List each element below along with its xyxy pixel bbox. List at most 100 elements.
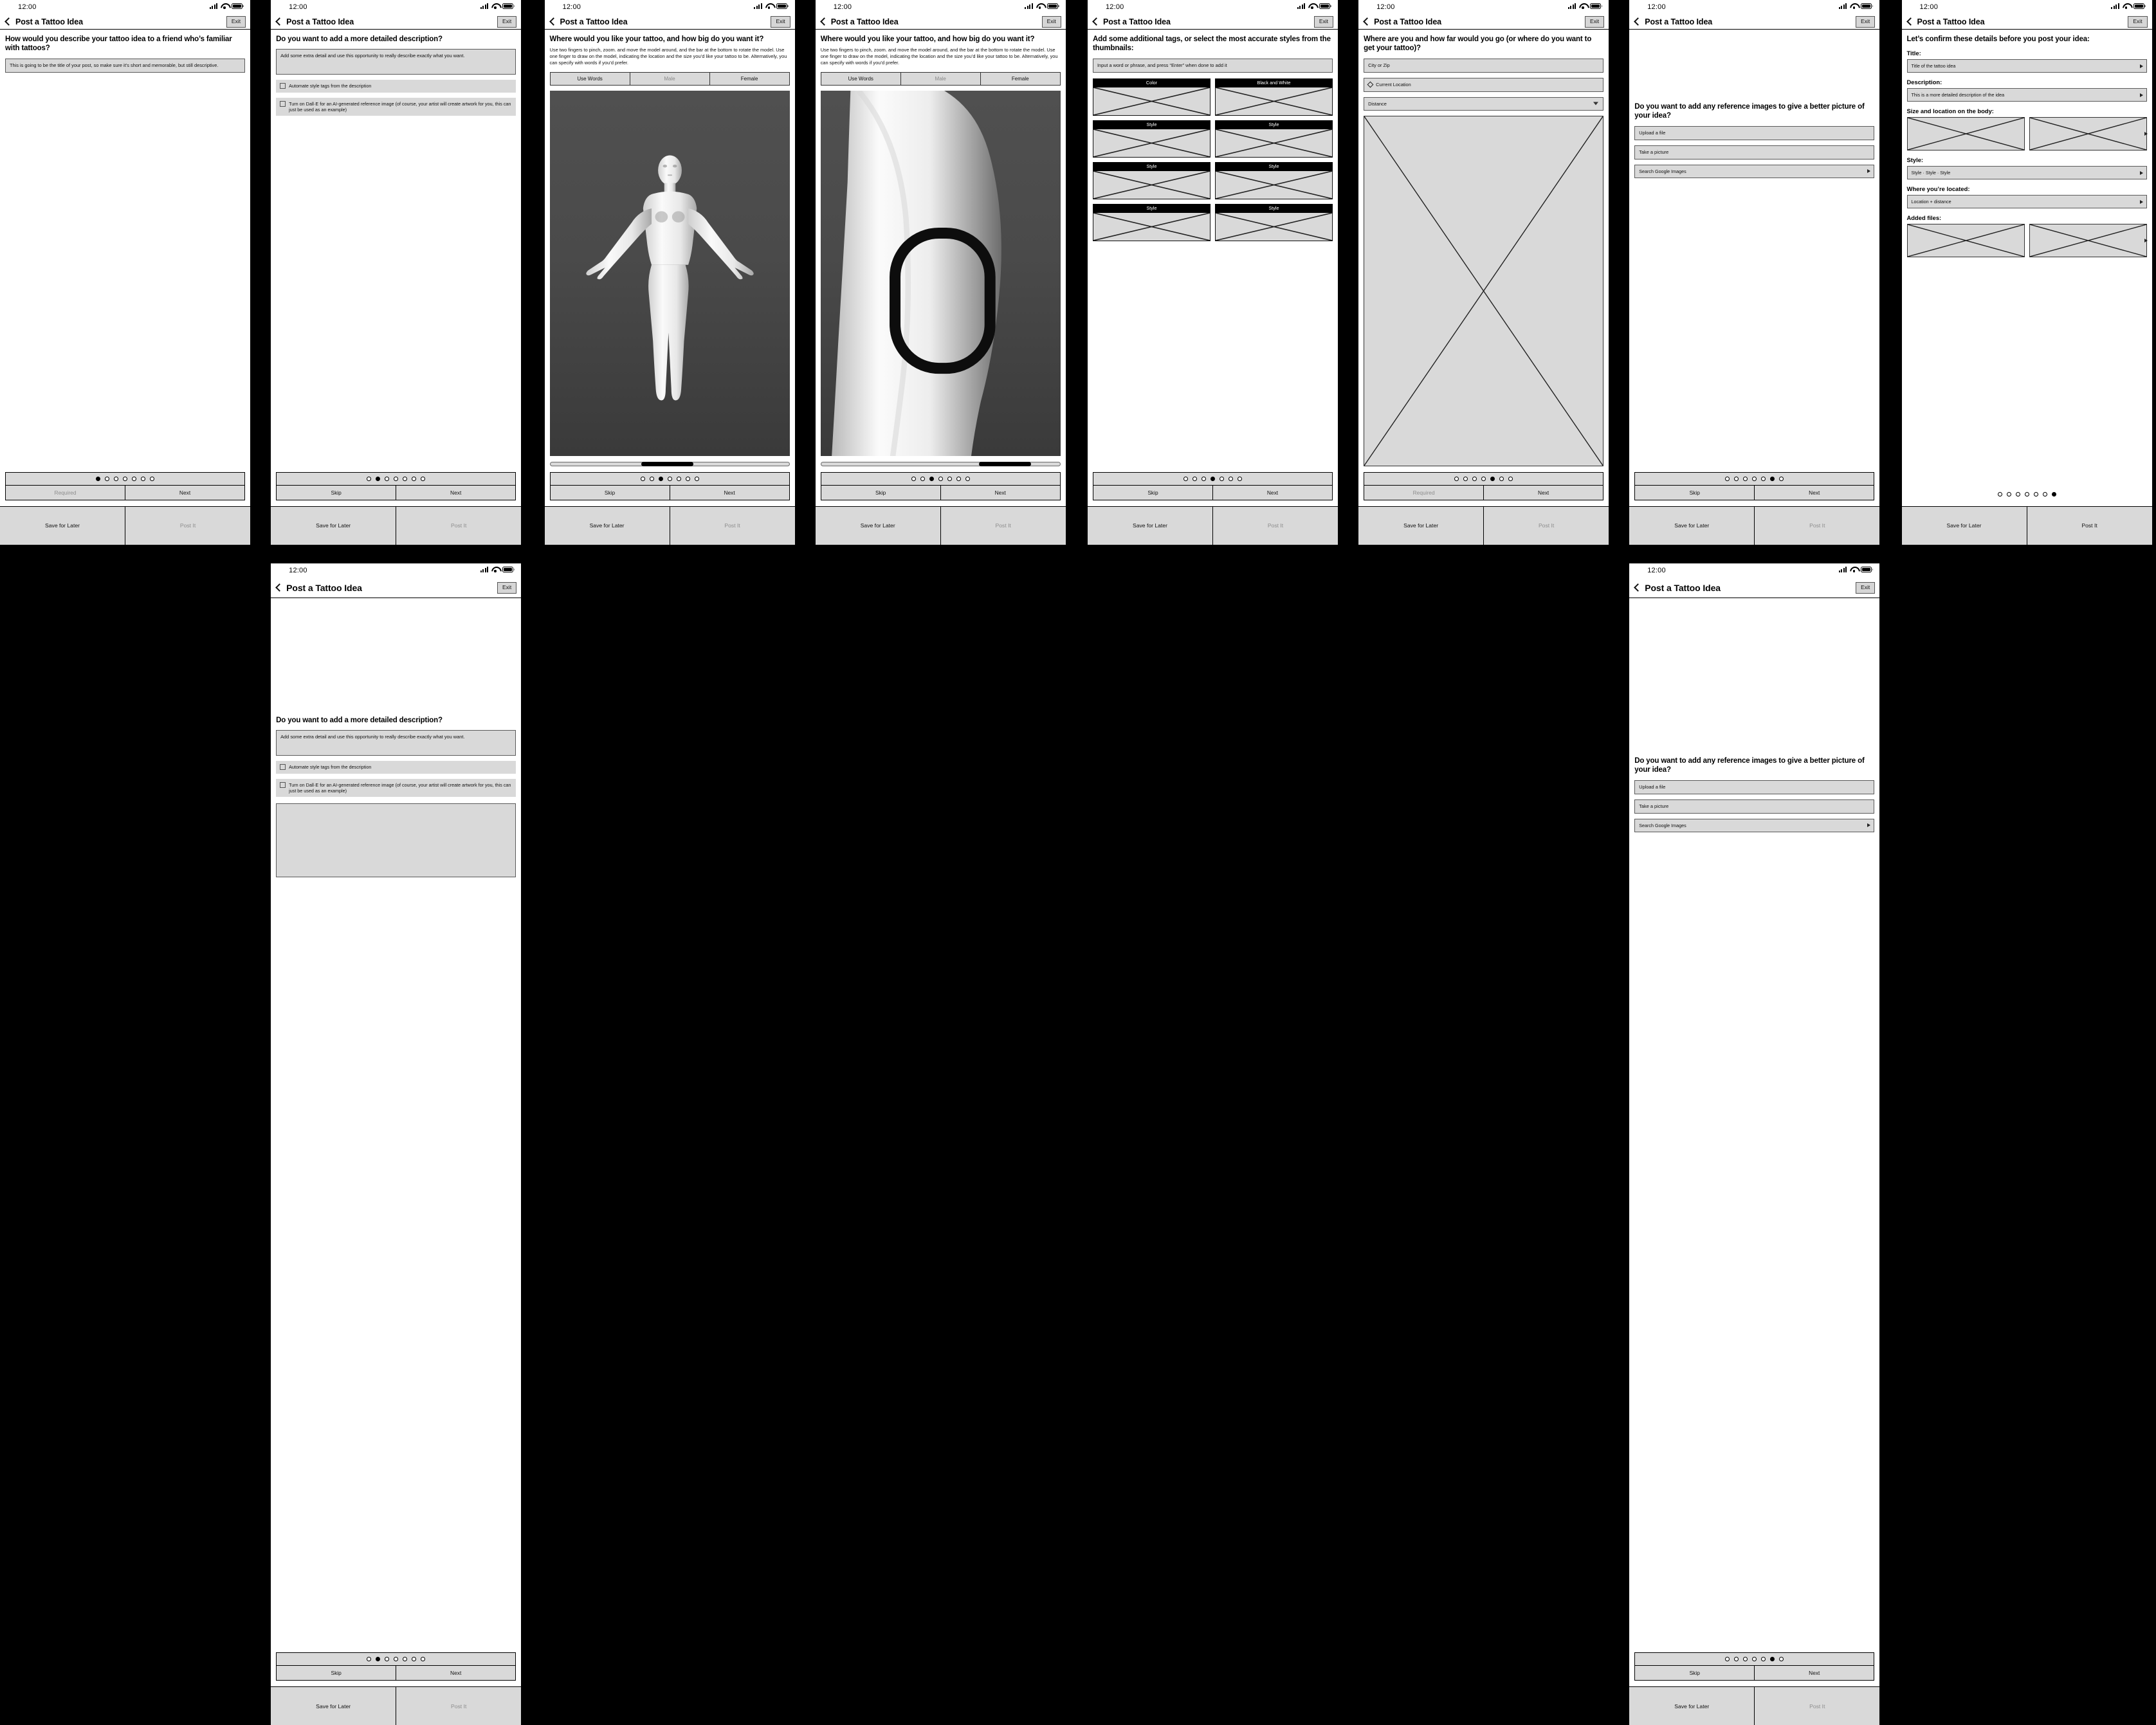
back-chevron-icon[interactable] [1363,17,1371,26]
checkbox-icon[interactable] [280,764,286,771]
pagination-dot[interactable] [2015,491,2020,497]
pagination-dot[interactable] [403,476,408,481]
next-button[interactable]: Next [396,1666,515,1680]
exit-button[interactable]: Exit [1584,16,1605,28]
skip-button[interactable]: Skip [551,485,670,500]
save-for-later-button[interactable]: Save for Later [271,1687,397,1725]
pagination-dot[interactable] [1779,476,1784,481]
save-for-later-button[interactable]: Save for Later [816,506,941,545]
slider-knob[interactable] [641,461,694,466]
file-image-placeholder[interactable] [2029,224,2147,258]
model-viewport-full-body[interactable] [549,90,790,456]
next-button[interactable]: Next [941,486,1060,500]
pagination-dot[interactable] [938,476,943,481]
location-value-row[interactable]: Location + distance [1906,195,2147,209]
pagination-dot[interactable] [2051,491,2056,497]
model-viewport-zoomed-leg[interactable] [820,90,1061,456]
pagination-dot[interactable] [96,476,101,481]
thumbnail-item[interactable]: Style [1214,203,1333,241]
pagination-dot[interactable] [1463,476,1468,481]
pagination-dot[interactable] [1454,476,1459,481]
checkbox-icon[interactable] [280,83,286,89]
take-picture-button[interactable]: Take a picture [1634,799,1875,814]
pagination-dot[interactable] [1183,476,1188,481]
pagination-dot[interactable] [367,1657,372,1662]
dalle-checkbox-row[interactable]: Turn on Dall·E for an AI-generated refer… [276,778,516,798]
map-placeholder[interactable] [1364,115,1604,466]
pagination-dot[interactable] [1743,1657,1748,1662]
next-button[interactable]: Next [1484,486,1603,500]
pagination-dot[interactable] [1743,476,1748,481]
segment-use-words[interactable]: Use Words [820,71,901,86]
save-for-later-button[interactable]: Save for Later [1358,506,1485,545]
pagination-dot[interactable] [394,476,399,481]
exit-button[interactable]: Exit [1856,16,1876,28]
back-chevron-icon[interactable] [1092,17,1101,26]
description-input[interactable]: Add some extra detail and use this oppor… [276,730,516,756]
thumbnail-item[interactable]: Black and White [1214,78,1333,116]
pagination-dot[interactable] [2006,491,2011,497]
pagination-dot[interactable] [132,476,137,481]
segment-male[interactable]: Male [629,71,710,86]
skip-button[interactable]: Skip [821,485,941,500]
pagination-dot[interactable] [920,476,925,481]
pagination-dot[interactable] [694,476,699,481]
pagination-dot[interactable] [1508,476,1513,481]
pagination-dot[interactable] [965,476,970,481]
pagination-dot[interactable] [956,476,961,481]
title-value-row[interactable]: Title of the tattoo idea [1906,59,2147,73]
exit-button[interactable]: Exit [1856,582,1876,594]
pagination-dot[interactable] [1770,476,1775,481]
skip-button[interactable]: Skip [1635,1666,1755,1681]
segment-use-words[interactable]: Use Words [549,71,630,86]
pagination-dot[interactable] [1734,1657,1739,1662]
upload-file-button[interactable]: Upload a file [1634,125,1875,140]
thumbnail-item[interactable]: Style [1214,120,1333,158]
body-image-placeholder[interactable] [1906,117,2025,151]
save-for-later-button[interactable]: Save for Later [1902,506,2027,545]
back-chevron-icon[interactable] [275,17,284,26]
city-or-zip-input[interactable]: City or Zip [1364,58,1604,73]
style-value-row[interactable]: Style · Style · Style [1906,166,2147,180]
back-chevron-icon[interactable] [549,17,558,26]
pagination-dot[interactable] [376,476,381,481]
next-button[interactable]: Next [670,486,789,500]
pagination-dot[interactable] [394,1657,399,1662]
pagination-dot[interactable] [421,476,426,481]
pagination-dot[interactable] [367,476,372,481]
body-image-placeholder[interactable] [2029,117,2147,151]
pagination-dot[interactable] [105,476,110,481]
pagination-dot[interactable] [685,476,690,481]
pagination-dot[interactable] [376,1657,381,1662]
pagination-dot[interactable] [1725,1657,1730,1662]
pagination-dot[interactable] [1725,476,1730,481]
title-input[interactable]: This is going to be the title of your po… [5,58,246,73]
description-input[interactable]: Add some extra detail and use this oppor… [276,49,516,75]
exit-button[interactable]: Exit [2128,16,2148,28]
thumbnail-item[interactable]: Style [1092,161,1210,199]
skip-button[interactable]: Skip [1635,485,1755,500]
exit-button[interactable]: Exit [771,16,790,28]
pagination-dot[interactable] [929,476,934,481]
upload-file-button[interactable]: Upload a file [1634,780,1875,794]
thumbnail-item[interactable]: Color [1092,78,1210,116]
thumbnail-item[interactable]: Style [1214,161,1333,199]
segment-male[interactable]: Male [900,71,981,86]
distance-select[interactable]: Distance [1364,96,1604,111]
tag-input[interactable]: Input a word or phrase, and press “Enter… [1092,58,1333,73]
model-rotation-slider[interactable] [820,461,1061,466]
next-button[interactable]: Next [1755,486,1874,500]
save-for-later-button[interactable]: Save for Later [1629,506,1755,545]
pagination-dot[interactable] [421,1657,426,1662]
back-chevron-icon[interactable] [1634,17,1643,26]
take-picture-button[interactable]: Take a picture [1634,145,1875,160]
slider-knob[interactable] [978,461,1032,466]
search-google-images-button[interactable]: Search Google Images [1634,164,1875,178]
file-image-placeholder[interactable] [1906,224,2025,258]
pagination-dot[interactable] [911,476,916,481]
next-button[interactable]: Next [1213,486,1332,500]
segment-female[interactable]: Female [709,71,790,86]
automate-tags-checkbox-row[interactable]: Automate style tags from the description [276,80,516,93]
pagination-dot[interactable] [1490,476,1495,481]
next-button[interactable]: Next [125,486,244,500]
